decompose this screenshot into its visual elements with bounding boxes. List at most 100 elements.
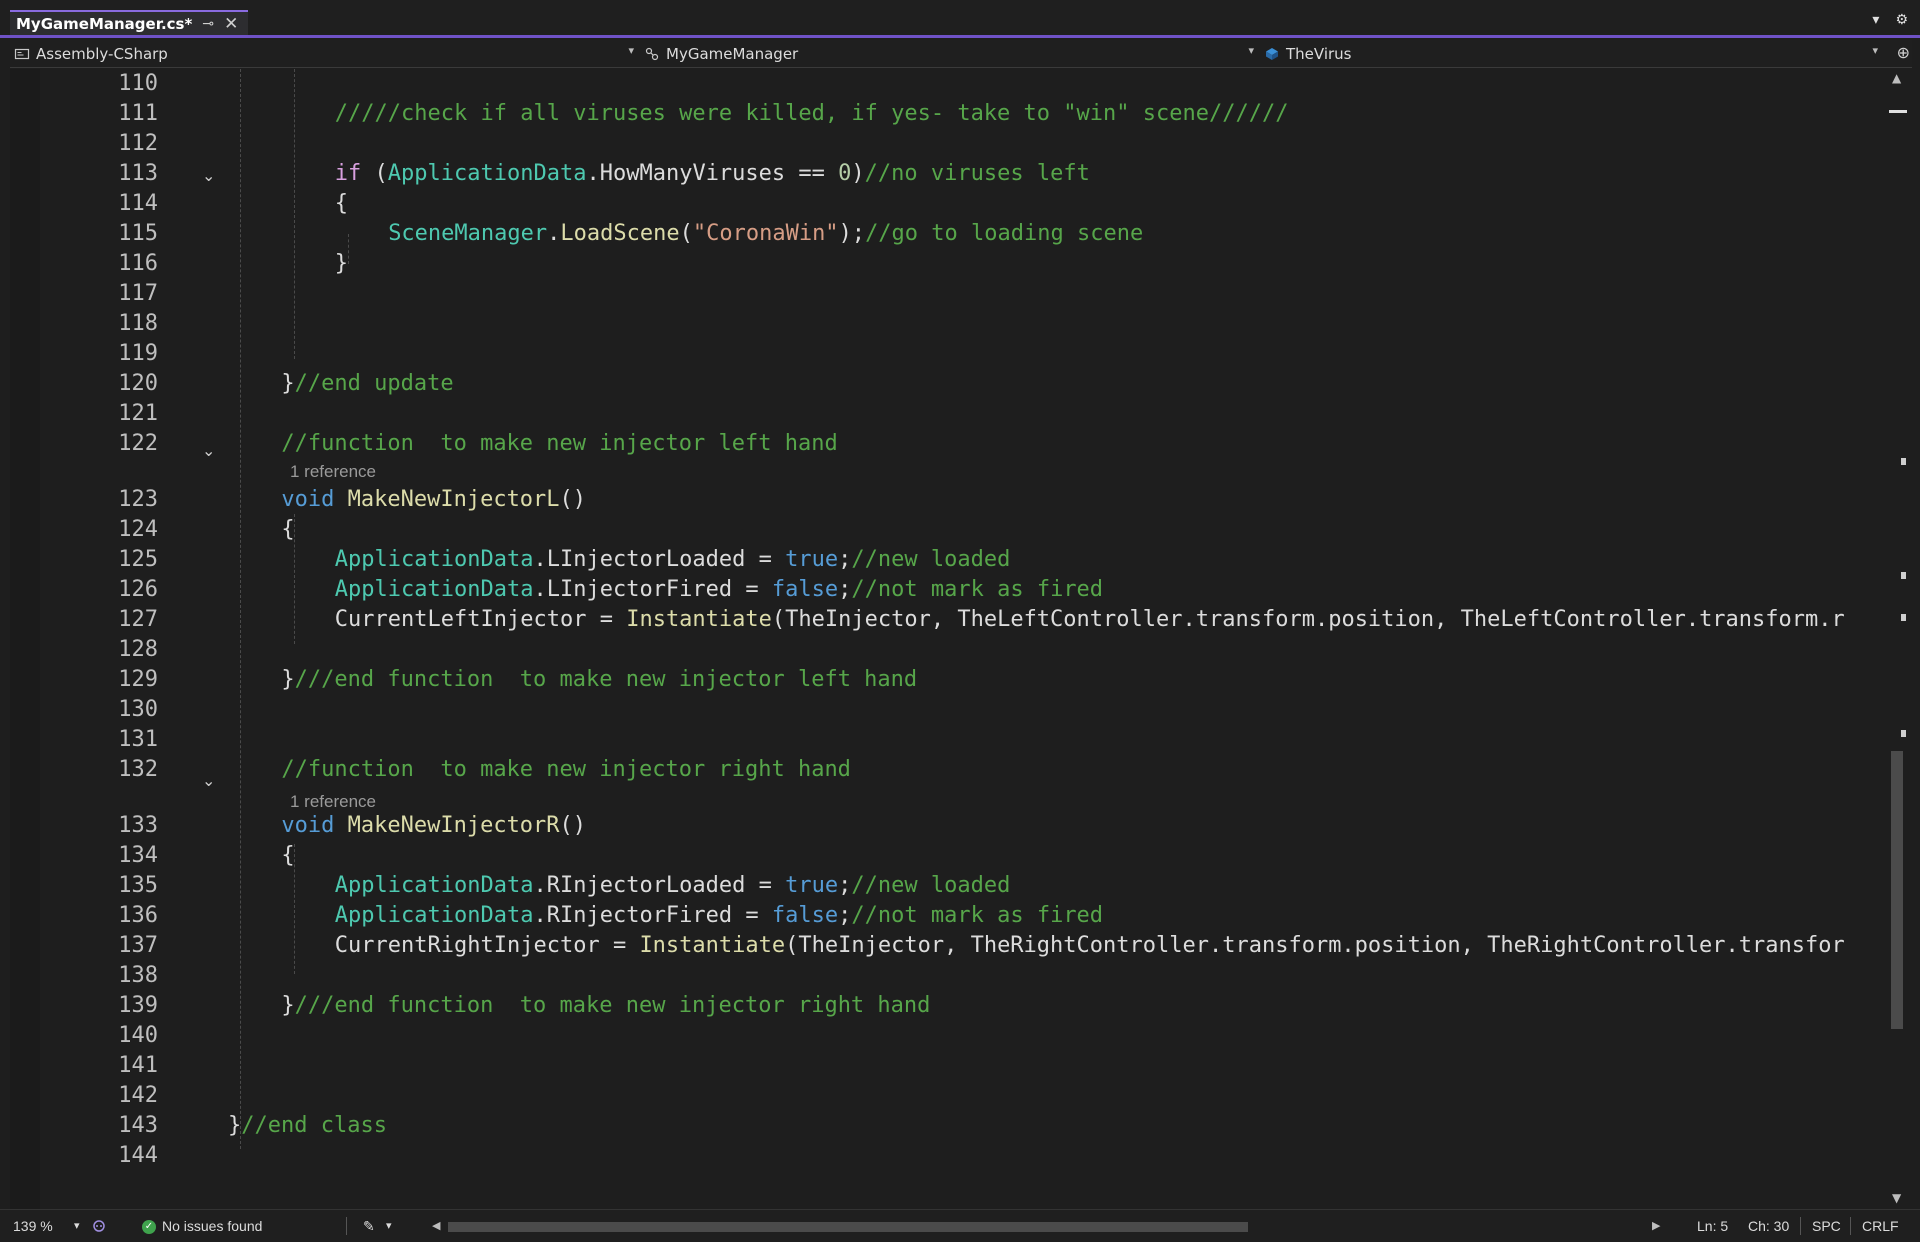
document-tab[interactable]: MyGameManager.cs* ⊸ ✕ bbox=[10, 10, 249, 35]
code-token: ///end function to make new injector rig… bbox=[294, 993, 931, 1018]
issues-indicator[interactable]: ✓ No issues found bbox=[142, 1210, 262, 1242]
line-number: 117 bbox=[118, 281, 158, 306]
line-number: 128 bbox=[118, 637, 158, 662]
scroll-up-icon[interactable]: ▲ bbox=[1892, 71, 1901, 85]
close-icon[interactable]: ✕ bbox=[224, 14, 238, 34]
line-number-gutter: 110 111 112 113 114 115 116 117 118 119 120 121 122 1… bbox=[40, 69, 158, 1209]
scroll-down-icon[interactable]: ▼ bbox=[1892, 1191, 1901, 1205]
code-token: ) bbox=[851, 161, 865, 186]
issues-label: No issues found bbox=[162, 1218, 263, 1234]
code-line[interactable]: ApplicationData.RInjectorLoaded = true;/… bbox=[335, 871, 1011, 901]
split-editor-icon[interactable]: ⊕ bbox=[1897, 43, 1910, 62]
code-line[interactable]: ApplicationData.LInjectorFired = false;/… bbox=[335, 575, 1103, 605]
collapse-chevron-icon[interactable]: ⌄ bbox=[202, 766, 215, 796]
tab-title[interactable]: MyGameManager.cs* bbox=[16, 15, 192, 33]
code-token: ApplicationData bbox=[334, 903, 534, 928]
char-position[interactable]: Ch: 30 bbox=[1748, 1210, 1789, 1242]
code-line[interactable]: SceneManager.LoadScene("CoronaWin");//go… bbox=[388, 219, 1143, 249]
code-line[interactable]: /////check if all viruses were killed, i… bbox=[335, 99, 1289, 129]
indent-guide bbox=[294, 69, 295, 359]
code-token: //end update bbox=[294, 371, 454, 396]
copilot-icon[interactable] bbox=[92, 1219, 106, 1233]
pin-icon[interactable]: ⊸ bbox=[202, 16, 214, 32]
code-token: ApplicationData bbox=[334, 873, 534, 898]
code-token: .LInjectorLoaded = bbox=[533, 547, 786, 572]
code-cleanup-icon[interactable]: ✎ bbox=[363, 1210, 375, 1242]
code-token: //function to make new injector right ha… bbox=[281, 757, 851, 782]
code-token: } bbox=[281, 993, 295, 1018]
code-token: } bbox=[228, 1113, 242, 1138]
code-token: ); bbox=[838, 221, 866, 246]
collapse-chevron-icon[interactable]: ⌄ bbox=[202, 436, 215, 466]
line-number: 118 bbox=[118, 311, 158, 336]
divider bbox=[1850, 1217, 1851, 1235]
chevron-down-icon[interactable]: ▾ bbox=[386, 1210, 392, 1242]
code-token: () bbox=[559, 487, 587, 512]
code-line[interactable]: void MakeNewInjectorR() bbox=[281, 811, 586, 841]
scroll-left-icon[interactable]: ◀ bbox=[432, 1210, 440, 1242]
line-number: 116 bbox=[118, 251, 158, 276]
zoom-level[interactable]: 139 % bbox=[13, 1210, 53, 1242]
type-dropdown[interactable]: MyGameManager ▾ bbox=[640, 40, 1260, 67]
code-line[interactable]: //function to make new injector left han… bbox=[281, 429, 837, 459]
code-token: 0 bbox=[838, 161, 852, 186]
code-line[interactable]: }///end function to make new injector le… bbox=[281, 665, 917, 695]
gear-icon[interactable]: ⚙ bbox=[1895, 12, 1908, 28]
code-token: //new loaded bbox=[851, 873, 1011, 898]
code-line[interactable]: { bbox=[281, 841, 294, 871]
class-icon bbox=[645, 47, 659, 60]
codelens-references[interactable]: 1 reference bbox=[290, 460, 376, 484]
line-number: 115 bbox=[118, 221, 158, 246]
code-editor[interactable]: 110 111 112 113 114 115 116 117 118 119 120 121 122 1… bbox=[10, 69, 1885, 1209]
code-line[interactable]: ApplicationData.LInjectorLoaded = true;/… bbox=[335, 545, 1011, 575]
zoom-dropdown-icon[interactable]: ▾ bbox=[74, 1210, 80, 1242]
code-line[interactable]: { bbox=[281, 515, 294, 545]
horizontal-scroll-thumb[interactable] bbox=[448, 1222, 1248, 1232]
code-line[interactable]: } bbox=[335, 249, 348, 279]
collapse-chevron-icon[interactable]: ⌄ bbox=[202, 161, 215, 191]
code-line[interactable]: }///end function to make new injector ri… bbox=[281, 991, 930, 1021]
scroll-right-icon[interactable]: ▶ bbox=[1652, 1210, 1660, 1242]
code-line[interactable]: }//end class bbox=[228, 1111, 387, 1141]
scroll-thumb[interactable] bbox=[1891, 751, 1903, 1029]
line-number: 126 bbox=[118, 577, 158, 602]
line-number: 112 bbox=[118, 131, 158, 156]
line-number: 143 bbox=[118, 1113, 158, 1138]
chevron-down-icon: ▾ bbox=[1248, 44, 1254, 57]
chevron-down-icon[interactable]: ▾ bbox=[1872, 12, 1879, 28]
code-line[interactable]: }//end update bbox=[281, 369, 453, 399]
code-token: Instantiate bbox=[626, 607, 772, 632]
line-position[interactable]: Ln: 5 bbox=[1697, 1210, 1728, 1242]
code-token: ///end function to make new injector lef… bbox=[294, 667, 918, 692]
project-dropdown[interactable]: Assembly-CSharp ▾ bbox=[10, 40, 640, 67]
scroll-marker bbox=[1901, 614, 1906, 621]
line-number: 129 bbox=[118, 667, 158, 692]
code-token: ( bbox=[361, 161, 388, 186]
code-token: .LInjectorFired = bbox=[533, 577, 772, 602]
code-line[interactable]: void MakeNewInjectorL() bbox=[281, 485, 586, 515]
whitespace-mode[interactable]: SPC bbox=[1812, 1210, 1841, 1242]
line-ending[interactable]: CRLF bbox=[1862, 1210, 1899, 1242]
vertical-scrollbar[interactable]: ▲ ▼ bbox=[1885, 69, 1912, 1209]
line-number: 137 bbox=[118, 933, 158, 958]
code-token: } bbox=[334, 251, 349, 276]
code-line[interactable]: { bbox=[335, 189, 348, 219]
code-line[interactable]: ApplicationData.RInjectorFired = false;/… bbox=[335, 901, 1103, 931]
code-token: } bbox=[281, 371, 295, 396]
indent-guide bbox=[240, 69, 241, 1149]
code-line[interactable]: if (ApplicationData.HowManyViruses == 0)… bbox=[335, 159, 1090, 189]
code-token: { bbox=[281, 517, 295, 542]
line-number: 114 bbox=[118, 191, 158, 216]
line-number: 119 bbox=[118, 341, 158, 366]
code-line[interactable]: CurrentLeftInjector = Instantiate(TheInj… bbox=[335, 605, 1845, 635]
code-token: CurrentRightInjector = bbox=[334, 933, 640, 958]
code-token: //function to make new injector left han… bbox=[281, 431, 838, 456]
code-line[interactable]: //function to make new injector right ha… bbox=[281, 755, 851, 785]
code-token: ( bbox=[679, 221, 693, 246]
code-area[interactable]: 1 reference 1 reference /////check if al… bbox=[228, 69, 1885, 1209]
code-token: LoadScene bbox=[560, 221, 680, 246]
code-line[interactable]: CurrentRightInjector = Instantiate(TheIn… bbox=[335, 931, 1845, 961]
indent-guide bbox=[348, 234, 349, 264]
member-dropdown[interactable]: TheVirus ▾ bbox=[1260, 40, 1884, 67]
divider bbox=[1800, 1217, 1801, 1235]
